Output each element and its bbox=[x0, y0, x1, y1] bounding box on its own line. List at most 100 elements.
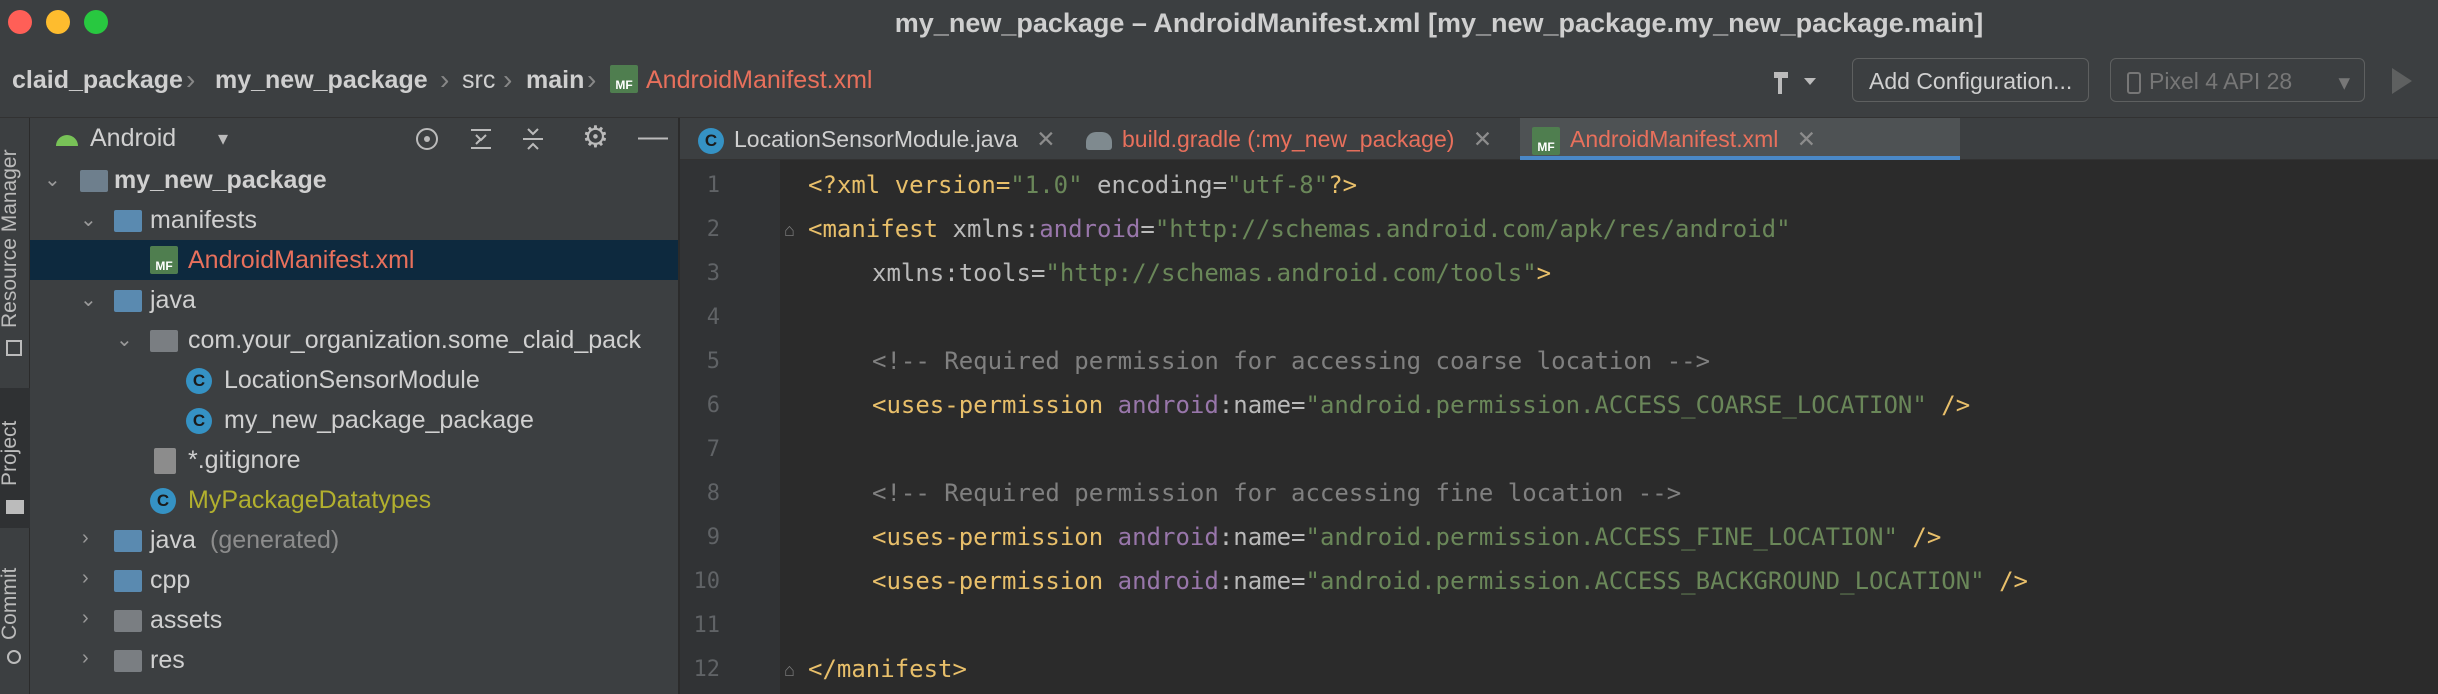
tree-label: java bbox=[150, 526, 196, 554]
breadcrumb-src[interactable]: src bbox=[462, 66, 495, 95]
tree-label: *.gitignore bbox=[188, 446, 301, 474]
tree-row-my-new-package-package[interactable]: C my_new_package_package bbox=[30, 400, 678, 440]
resource-manager-tab[interactable]: Resource Manager bbox=[0, 149, 22, 328]
device-label: Pixel 4 API 28 bbox=[2149, 68, 2293, 94]
folder-icon bbox=[114, 530, 142, 552]
tree-row-android-manifest[interactable]: MF AndroidManifest.xml bbox=[30, 240, 678, 280]
tree-label: java bbox=[150, 286, 196, 314]
close-icon[interactable]: ✕ bbox=[1036, 126, 1055, 152]
code-line-6: <uses-permission android:name="android.p… bbox=[872, 391, 1971, 419]
gradle-elephant-icon bbox=[1086, 131, 1112, 150]
manifest-file-icon: MF bbox=[610, 65, 638, 93]
hammer-build-icon[interactable] bbox=[1770, 66, 1820, 96]
line-number: 5 bbox=[706, 349, 720, 374]
project-panel-toolbar: Android ▾ ⚙ — bbox=[30, 118, 678, 158]
project-tab[interactable]: Project bbox=[0, 421, 22, 486]
run-icon[interactable] bbox=[2388, 66, 2414, 96]
chevron-down-icon: ▾ bbox=[2338, 69, 2350, 95]
tab-build-gradle[interactable]: build.gradle (:my_new_package) ✕ bbox=[1086, 118, 1492, 160]
navigation-bar: claid_package › my_new_package › src › m… bbox=[0, 44, 2438, 118]
tree-row-cpp[interactable]: › cpp bbox=[30, 560, 678, 600]
add-configuration-button[interactable]: Add Configuration... bbox=[1852, 58, 2090, 102]
line-number: 7 bbox=[706, 437, 720, 462]
locate-target-icon[interactable] bbox=[414, 126, 440, 152]
breadcrumb-main[interactable]: main bbox=[526, 66, 584, 95]
line-number: 2 bbox=[706, 217, 720, 242]
tree-row-gitignore[interactable]: *.gitignore bbox=[30, 440, 678, 480]
tree-label: cpp bbox=[150, 566, 191, 594]
breadcrumb-separator-icon: › bbox=[503, 64, 513, 95]
expand-all-icon[interactable] bbox=[468, 126, 494, 152]
close-icon[interactable]: ✕ bbox=[1797, 126, 1816, 152]
tree-label: my_new_package_package bbox=[224, 406, 534, 434]
tree-label: res bbox=[150, 646, 185, 674]
code-line-8: <!-- Required permission for accessing f… bbox=[872, 479, 1682, 507]
project-panel: Android ▾ ⚙ — ⌄ my_new_package ⌄ manifes… bbox=[30, 118, 678, 694]
tree-row-assets[interactable]: › assets bbox=[30, 600, 678, 640]
fold-icon[interactable]: ⌂ bbox=[784, 220, 795, 241]
folder-icon bbox=[114, 290, 142, 312]
code-line-12: </manifest> bbox=[808, 655, 967, 683]
code-line-9: <uses-permission android:name="android.p… bbox=[872, 523, 1942, 551]
breadcrumb-my-new-package[interactable]: my_new_package bbox=[215, 66, 428, 95]
tree-row-location-sensor-module[interactable]: C LocationSensorModule bbox=[30, 360, 678, 400]
class-icon: C bbox=[186, 368, 212, 394]
chevron-down-icon[interactable]: ▾ bbox=[218, 126, 228, 151]
hide-panel-icon[interactable]: — bbox=[638, 120, 668, 154]
line-number: 4 bbox=[706, 305, 720, 330]
tab-label: AndroidManifest.xml bbox=[1570, 126, 1779, 152]
line-number: 6 bbox=[706, 393, 720, 418]
gear-icon[interactable]: ⚙ bbox=[582, 120, 609, 155]
breadcrumb-claid-package[interactable]: claid_package bbox=[12, 66, 183, 95]
class-icon: C bbox=[698, 127, 724, 154]
folder-icon bbox=[114, 570, 142, 592]
code-line-2: <manifest xmlns:android="http://schemas.… bbox=[808, 215, 1791, 243]
line-number: 8 bbox=[706, 481, 720, 506]
close-icon[interactable]: ✕ bbox=[1473, 126, 1492, 152]
tree-row-module[interactable]: ⌄ my_new_package bbox=[30, 160, 678, 200]
folder-icon bbox=[6, 500, 24, 514]
code-line-10: <uses-permission android:name="android.p… bbox=[872, 567, 2028, 595]
tree-row-my-package-datatypes[interactable]: C MyPackageDatatypes bbox=[30, 480, 678, 520]
tree-label: AndroidManifest.xml bbox=[188, 246, 415, 274]
tab-android-manifest[interactable]: MF AndroidManifest.xml ✕ bbox=[1520, 118, 1960, 160]
line-number: 3 bbox=[706, 261, 720, 286]
breadcrumb-android-manifest[interactable]: AndroidManifest.xml bbox=[646, 66, 872, 95]
manifest-file-icon: MF bbox=[150, 246, 178, 274]
line-number: 9 bbox=[706, 525, 720, 550]
collapse-all-icon[interactable] bbox=[520, 126, 546, 152]
tree-row-java-generated[interactable]: › java (generated) bbox=[30, 520, 678, 560]
manifest-file-icon: MF bbox=[1532, 126, 1560, 155]
commit-tab[interactable]: Commit bbox=[0, 568, 22, 640]
folder-icon bbox=[114, 610, 142, 632]
folder-icon bbox=[114, 210, 142, 232]
tree-row-package[interactable]: ⌄ com.your_organization.some_claid_pack bbox=[30, 320, 678, 360]
fold-icon[interactable]: ⌂ bbox=[784, 660, 795, 681]
line-number: 12 bbox=[693, 657, 721, 682]
tree-row-manifests[interactable]: ⌄ manifests bbox=[30, 200, 678, 240]
tab-location-sensor-module[interactable]: C LocationSensorModule.java ✕ bbox=[698, 118, 1056, 160]
tree-label: com.your_organization.some_claid_pack bbox=[188, 326, 642, 354]
tree-row-res[interactable]: › res bbox=[30, 640, 678, 680]
breadcrumb-separator-icon: › bbox=[186, 64, 196, 95]
folder-icon bbox=[114, 650, 142, 672]
android-icon bbox=[56, 135, 78, 146]
resource-manager-icon bbox=[6, 340, 22, 356]
device-selector[interactable]: Pixel 4 API 28 ▾ bbox=[2110, 58, 2365, 102]
code-line-3: xmlns:tools="http://schemas.android.com/… bbox=[872, 259, 1552, 287]
class-icon: C bbox=[150, 488, 176, 514]
tree-label: LocationSensorModule bbox=[224, 366, 480, 394]
code-line-1: <?xml version="1.0" encoding="utf-8"?> bbox=[808, 171, 1358, 199]
tab-label: build.gradle (:my_new_package) bbox=[1122, 126, 1455, 152]
line-number: 11 bbox=[693, 613, 721, 638]
code-line-5: <!-- Required permission for accessing c… bbox=[872, 347, 1711, 375]
device-icon bbox=[2127, 71, 2141, 94]
breadcrumb-separator-icon: › bbox=[587, 64, 597, 95]
breadcrumb-separator-icon: › bbox=[440, 64, 450, 95]
project-view-selector[interactable]: Android bbox=[90, 124, 176, 153]
tree-row-java[interactable]: ⌄ java bbox=[30, 280, 678, 320]
tree-label: manifests bbox=[150, 206, 257, 234]
tree-label: MyPackageDatatypes bbox=[188, 486, 432, 514]
editor-tabs: C LocationSensorModule.java ✕ build.gradl… bbox=[680, 118, 2438, 160]
package-icon bbox=[150, 330, 178, 352]
